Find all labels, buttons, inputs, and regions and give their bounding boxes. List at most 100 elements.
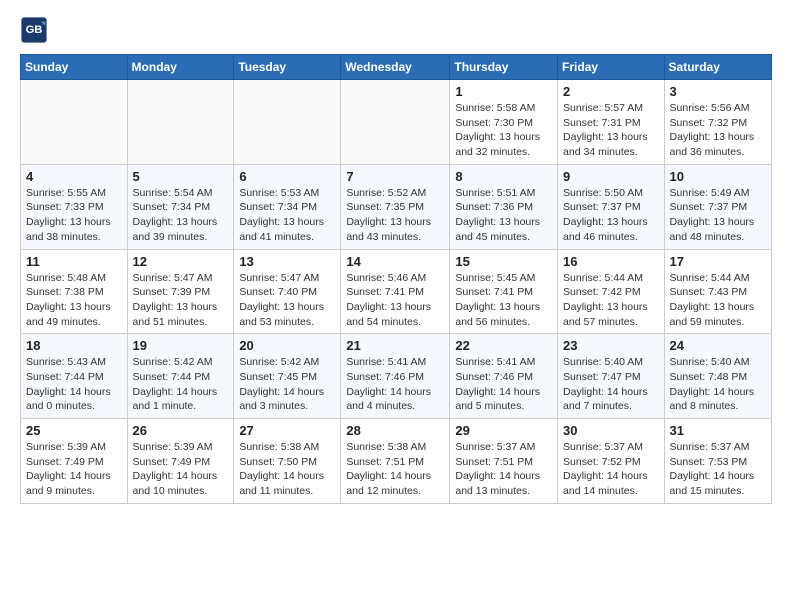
week-row-1: 1 Sunrise: 5:58 AM Sunset: 7:30 PM Daylig…	[21, 80, 772, 165]
page: GB SundayMondayTuesdayWednesdayThursdayF…	[0, 0, 792, 514]
day-info: Sunrise: 5:42 AM Sunset: 7:45 PM Dayligh…	[239, 355, 335, 414]
day-number: 4	[26, 169, 122, 184]
week-row-5: 25 Sunrise: 5:39 AM Sunset: 7:49 PM Dayli…	[21, 419, 772, 504]
day-cell-9: 9 Sunrise: 5:50 AM Sunset: 7:37 PM Daylig…	[558, 164, 665, 249]
day-number: 23	[563, 338, 659, 353]
day-number: 14	[346, 254, 444, 269]
day-cell-30: 30 Sunrise: 5:37 AM Sunset: 7:52 PM Dayli…	[558, 419, 665, 504]
day-info: Sunrise: 5:54 AM Sunset: 7:34 PM Dayligh…	[133, 186, 229, 245]
day-number: 5	[133, 169, 229, 184]
day-cell-10: 10Sunrise: 5:49 AM Sunset: 7:37 PM Dayli…	[664, 164, 771, 249]
day-info: Sunrise: 5:53 AM Sunset: 7:34 PM Dayligh…	[239, 186, 335, 245]
empty-cell	[127, 80, 234, 165]
empty-cell	[341, 80, 450, 165]
day-number: 28	[346, 423, 444, 438]
day-info: Sunrise: 5:51 AM Sunset: 7:36 PM Dayligh…	[455, 186, 552, 245]
day-info: Sunrise: 5:38 AM Sunset: 7:50 PM Dayligh…	[239, 440, 335, 499]
day-number: 29	[455, 423, 552, 438]
day-number: 16	[563, 254, 659, 269]
day-cell-12: 12 Sunrise: 5:47 AM Sunset: 7:39 PM Dayli…	[127, 249, 234, 334]
day-cell-24: 24Sunrise: 5:40 AM Sunset: 7:48 PM Dayli…	[664, 334, 771, 419]
day-number: 12	[133, 254, 229, 269]
day-info: Sunrise: 5:52 AM Sunset: 7:35 PM Dayligh…	[346, 186, 444, 245]
day-number: 24	[670, 338, 766, 353]
day-cell-8: 8 Sunrise: 5:51 AM Sunset: 7:36 PM Daylig…	[450, 164, 558, 249]
weekday-header-sunday: Sunday	[21, 55, 128, 80]
day-number: 17	[670, 254, 766, 269]
day-info: Sunrise: 5:57 AM Sunset: 7:31 PM Dayligh…	[563, 101, 659, 160]
day-cell-25: 25 Sunrise: 5:39 AM Sunset: 7:49 PM Dayli…	[21, 419, 128, 504]
day-info: Sunrise: 5:47 AM Sunset: 7:39 PM Dayligh…	[133, 271, 229, 330]
day-number: 11	[26, 254, 122, 269]
day-info: Sunrise: 5:37 AM Sunset: 7:52 PM Dayligh…	[563, 440, 659, 499]
day-number: 10	[670, 169, 766, 184]
day-number: 15	[455, 254, 552, 269]
day-cell-6: 6 Sunrise: 5:53 AM Sunset: 7:34 PM Daylig…	[234, 164, 341, 249]
day-number: 7	[346, 169, 444, 184]
day-cell-1: 1 Sunrise: 5:58 AM Sunset: 7:30 PM Daylig…	[450, 80, 558, 165]
day-number: 3	[670, 84, 766, 99]
day-cell-22: 22Sunrise: 5:41 AM Sunset: 7:46 PM Dayli…	[450, 334, 558, 419]
day-cell-31: 31Sunrise: 5:37 AM Sunset: 7:53 PM Dayli…	[664, 419, 771, 504]
day-cell-4: 4 Sunrise: 5:55 AM Sunset: 7:33 PM Daylig…	[21, 164, 128, 249]
weekday-header-row: SundayMondayTuesdayWednesdayThursdayFrid…	[21, 55, 772, 80]
day-number: 30	[563, 423, 659, 438]
header: GB	[20, 16, 772, 44]
day-number: 2	[563, 84, 659, 99]
day-info: Sunrise: 5:37 AM Sunset: 7:51 PM Dayligh…	[455, 440, 552, 499]
day-info: Sunrise: 5:56 AM Sunset: 7:32 PM Dayligh…	[670, 101, 766, 160]
day-cell-29: 29 Sunrise: 5:37 AM Sunset: 7:51 PM Dayli…	[450, 419, 558, 504]
day-info: Sunrise: 5:44 AM Sunset: 7:43 PM Dayligh…	[670, 271, 766, 330]
day-number: 20	[239, 338, 335, 353]
day-cell-19: 19 Sunrise: 5:42 AM Sunset: 7:44 PM Dayli…	[127, 334, 234, 419]
day-cell-3: 3 Sunrise: 5:56 AM Sunset: 7:32 PM Daylig…	[664, 80, 771, 165]
day-cell-16: 16 Sunrise: 5:44 AM Sunset: 7:42 PM Dayli…	[558, 249, 665, 334]
day-number: 9	[563, 169, 659, 184]
day-number: 21	[346, 338, 444, 353]
day-number: 27	[239, 423, 335, 438]
day-info: Sunrise: 5:46 AM Sunset: 7:41 PM Dayligh…	[346, 271, 444, 330]
day-cell-17: 17 Sunrise: 5:44 AM Sunset: 7:43 PM Dayli…	[664, 249, 771, 334]
day-cell-15: 15Sunrise: 5:45 AM Sunset: 7:41 PM Dayli…	[450, 249, 558, 334]
day-cell-21: 21 Sunrise: 5:41 AM Sunset: 7:46 PM Dayli…	[341, 334, 450, 419]
day-number: 6	[239, 169, 335, 184]
day-cell-27: 27 Sunrise: 5:38 AM Sunset: 7:50 PM Dayli…	[234, 419, 341, 504]
day-number: 1	[455, 84, 552, 99]
day-info: Sunrise: 5:44 AM Sunset: 7:42 PM Dayligh…	[563, 271, 659, 330]
day-cell-18: 18Sunrise: 5:43 AM Sunset: 7:44 PM Dayli…	[21, 334, 128, 419]
day-info: Sunrise: 5:42 AM Sunset: 7:44 PM Dayligh…	[133, 355, 229, 414]
day-info: Sunrise: 5:43 AM Sunset: 7:44 PM Dayligh…	[26, 355, 122, 414]
svg-text:GB: GB	[26, 24, 43, 36]
day-number: 22	[455, 338, 552, 353]
day-info: Sunrise: 5:58 AM Sunset: 7:30 PM Dayligh…	[455, 101, 552, 160]
weekday-header-wednesday: Wednesday	[341, 55, 450, 80]
day-number: 8	[455, 169, 552, 184]
weekday-header-thursday: Thursday	[450, 55, 558, 80]
weekday-header-friday: Friday	[558, 55, 665, 80]
day-number: 25	[26, 423, 122, 438]
day-info: Sunrise: 5:55 AM Sunset: 7:33 PM Dayligh…	[26, 186, 122, 245]
day-cell-14: 14 Sunrise: 5:46 AM Sunset: 7:41 PM Dayli…	[341, 249, 450, 334]
day-cell-26: 26Sunrise: 5:39 AM Sunset: 7:49 PM Dayli…	[127, 419, 234, 504]
day-info: Sunrise: 5:39 AM Sunset: 7:49 PM Dayligh…	[26, 440, 122, 499]
day-info: Sunrise: 5:40 AM Sunset: 7:47 PM Dayligh…	[563, 355, 659, 414]
weekday-header-tuesday: Tuesday	[234, 55, 341, 80]
day-number: 19	[133, 338, 229, 353]
day-number: 31	[670, 423, 766, 438]
day-cell-7: 7 Sunrise: 5:52 AM Sunset: 7:35 PM Daylig…	[341, 164, 450, 249]
week-row-3: 11 Sunrise: 5:48 AM Sunset: 7:38 PM Dayli…	[21, 249, 772, 334]
empty-cell	[21, 80, 128, 165]
day-info: Sunrise: 5:50 AM Sunset: 7:37 PM Dayligh…	[563, 186, 659, 245]
day-number: 13	[239, 254, 335, 269]
calendar: SundayMondayTuesdayWednesdayThursdayFrid…	[20, 54, 772, 504]
weekday-header-saturday: Saturday	[664, 55, 771, 80]
week-row-2: 4 Sunrise: 5:55 AM Sunset: 7:33 PM Daylig…	[21, 164, 772, 249]
day-cell-5: 5 Sunrise: 5:54 AM Sunset: 7:34 PM Daylig…	[127, 164, 234, 249]
day-info: Sunrise: 5:48 AM Sunset: 7:38 PM Dayligh…	[26, 271, 122, 330]
day-cell-28: 28Sunrise: 5:38 AM Sunset: 7:51 PM Dayli…	[341, 419, 450, 504]
day-info: Sunrise: 5:39 AM Sunset: 7:49 PM Dayligh…	[133, 440, 229, 499]
day-info: Sunrise: 5:41 AM Sunset: 7:46 PM Dayligh…	[346, 355, 444, 414]
weekday-header-monday: Monday	[127, 55, 234, 80]
day-cell-13: 13Sunrise: 5:47 AM Sunset: 7:40 PM Dayli…	[234, 249, 341, 334]
day-cell-11: 11 Sunrise: 5:48 AM Sunset: 7:38 PM Dayli…	[21, 249, 128, 334]
